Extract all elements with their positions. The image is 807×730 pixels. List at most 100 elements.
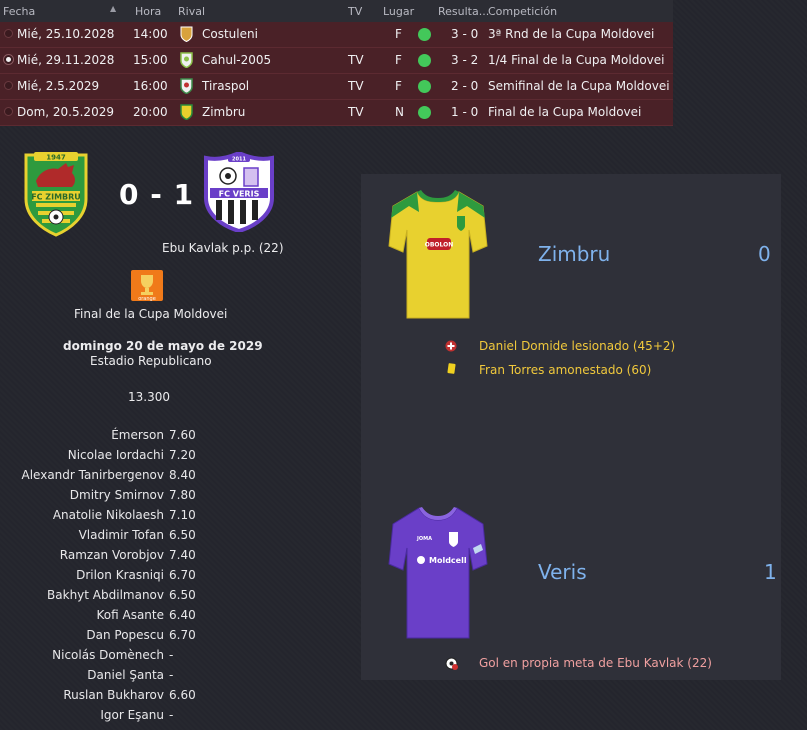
player-name[interactable]: Alexandr Tanirbergenov [22,468,164,482]
player-rating: 8.40 [169,468,196,482]
fixture-opponent[interactable]: Cahul-2005 [202,53,271,67]
player-rating-row[interactable]: Nicolás Domènech - [0,648,240,668]
fixture-opponent[interactable]: Tiraspol [202,79,249,93]
player-name[interactable]: Kofi Asante [97,608,165,622]
fixture-tv: TV [348,53,364,67]
fixture-opponent[interactable]: Zimbru [202,105,245,119]
away-event-text[interactable]: Gol en propia meta de Ebu Kavlak (22) [479,656,712,670]
fixture-row[interactable]: Mié, 29.11.2028 15:00 Cahul-2005 TV F 3 … [0,48,673,74]
injury-icon [445,340,457,352]
sort-ascending-icon[interactable]: ▲ [110,4,116,13]
fixture-time: 16:00 [133,79,168,93]
fixture-row[interactable]: Dom, 20.5.2029 20:00 Zimbru TV N 1 - 0 F… [0,100,673,126]
player-name[interactable]: Anatolie Nikolaesh [53,508,164,522]
svg-text:FC VERIS: FC VERIS [219,190,260,199]
fixture-date: Mié, 29.11.2028 [17,53,115,67]
away-team-score: 1 [764,560,777,584]
fixture-time: 14:00 [133,27,168,41]
home-event-text[interactable]: Daniel Domide lesionado (45+2) [479,339,675,353]
row-select-radio[interactable] [4,107,13,116]
player-name[interactable]: Dan Popescu [86,628,164,642]
player-rating-row[interactable]: Anatolie Nikolaesh 7.10 [0,508,240,528]
player-name[interactable]: Vladimir Tofan [79,528,164,542]
player-rating: 6.40 [169,608,196,622]
player-rating-row[interactable]: Kofi Asante 6.40 [0,608,240,628]
column-header-competicion[interactable]: Competición [488,5,557,18]
player-name[interactable]: Nicolás Domènech [52,648,164,662]
column-header-lugar[interactable]: Lugar [383,5,414,18]
player-rating-row[interactable]: Ruslan Bukharov 6.60 [0,688,240,708]
row-select-radio[interactable] [4,29,13,38]
fixture-venue: F [395,27,402,41]
player-rating-row[interactable]: Émerson 7.60 [0,428,240,448]
fixture-competition[interactable]: 1/4 Final de la Cupa Moldovei [488,53,665,67]
fixture-row[interactable]: Mié, 2.5.2029 16:00 Tiraspol TV F 2 - 0 … [0,74,673,100]
player-rating: - [169,708,174,722]
fixture-venue: F [395,79,402,93]
player-rating: 6.70 [169,568,196,582]
zimbru-shirt-icon: OBOLON [388,190,488,319]
player-rating-row[interactable]: Nicolae Iordachi 7.20 [0,448,240,468]
player-rating-row[interactable]: Vladimir Tofan 6.50 [0,528,240,548]
fixture-venue: N [395,105,404,119]
yellow-card-icon [447,363,456,374]
player-rating: 7.10 [169,508,196,522]
svg-text:OBOLON: OBOLON [425,242,454,249]
player-name[interactable]: Igor Eşanu [100,708,164,722]
player-name[interactable]: Drilon Krasniqi [76,568,164,582]
fixture-time: 15:00 [133,53,168,67]
player-rating-row[interactable]: Bakhyt Abdilmanov 6.50 [0,588,240,608]
row-select-radio[interactable] [4,55,13,64]
fixture-competition[interactable]: Semifinal de la Cupa Moldovei [488,79,670,93]
away-team-name[interactable]: Veris [538,560,587,584]
fixture-result: 3 - 2 [451,53,479,67]
row-select-radio[interactable] [4,81,13,90]
player-rating: - [169,668,174,682]
player-rating-row[interactable]: Igor Eşanu - [0,708,240,728]
svg-text:orange: orange [138,296,156,301]
fixture-competition[interactable]: 3ª Rnd de la Cupa Moldovei [488,27,654,41]
column-header-fecha[interactable]: Fecha [3,5,35,18]
competition-name[interactable]: Final de la Cupa Moldovei [74,307,227,321]
column-header-resultado[interactable]: Resulta... [438,5,489,18]
fixture-date: Mié, 2.5.2029 [17,79,100,93]
cup-trophy-icon[interactable]: orange [131,270,163,301]
fixture-result: 2 - 0 [451,79,479,93]
player-rating: 7.40 [169,548,196,562]
veris-crest-icon[interactable]: 2011 FC VERIS [202,152,276,232]
player-name[interactable]: Dmitry Smirnov [70,488,164,502]
player-name[interactable]: Daniel Şanta [87,668,164,682]
player-rating: 6.50 [169,588,196,602]
stadium-name[interactable]: Estadio Republicano [90,354,212,368]
club-badge-icon [180,52,193,68]
fixture-opponent[interactable]: Costuleni [202,27,258,41]
win-indicator-icon [418,54,431,67]
goal-scorer[interactable]: Ebu Kavlak p.p. (22) [162,241,284,255]
player-rating-row[interactable]: Ramzan Vorobjov 7.40 [0,548,240,568]
club-badge-icon [180,78,193,94]
player-rating-row[interactable]: Dmitry Smirnov 7.80 [0,488,240,508]
player-rating-row[interactable]: Dan Popescu 6.70 [0,628,240,648]
svg-text:1947: 1947 [46,154,66,162]
player-name[interactable]: Ramzan Vorobjov [60,548,164,562]
player-name[interactable]: Nicolae Iordachi [68,448,164,462]
player-rating-row[interactable]: Drilon Krasniqi 6.70 [0,568,240,588]
column-header-hora[interactable]: Hora [135,5,161,18]
win-indicator-icon [418,106,431,119]
player-name[interactable]: Ruslan Bukharov [63,688,164,702]
player-rating-row[interactable]: Daniel Şanta - [0,668,240,688]
player-name[interactable]: Émerson [111,428,164,442]
player-rating-row[interactable]: Alexandr Tanirbergenov 8.40 [0,468,240,488]
attendance: 13.300 [128,390,170,404]
match-score: 0 - 1 [119,178,195,211]
fixture-competition[interactable]: Final de la Cupa Moldovei [488,105,641,119]
player-rating: 7.80 [169,488,196,502]
home-team-name[interactable]: Zimbru [538,242,610,266]
zimbru-crest-icon[interactable]: 1947 FC ZIMBRU [22,151,90,239]
player-name[interactable]: Bakhyt Abdilmanov [47,588,164,602]
fixture-row[interactable]: Mié, 25.10.2028 14:00 Costuleni F 3 - 0 … [0,22,673,48]
fixture-tv: TV [348,79,364,93]
home-event-text[interactable]: Fran Torres amonestado (60) [479,363,651,377]
column-header-rival[interactable]: Rival [178,5,205,18]
column-header-tv[interactable]: TV [348,5,362,18]
